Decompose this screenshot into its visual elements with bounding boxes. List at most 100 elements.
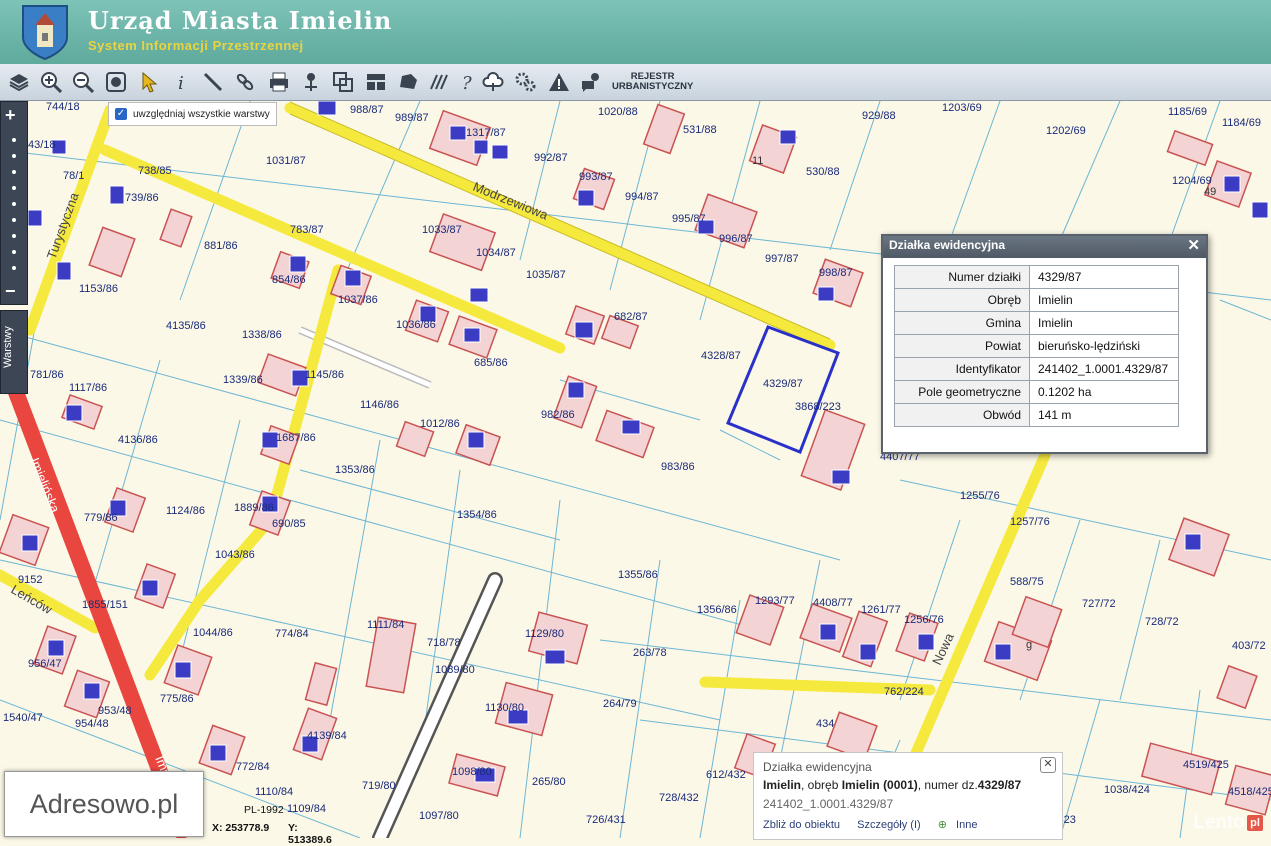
parcel-label: 727/72 xyxy=(1082,598,1116,610)
info-box-title: Działka ewidencyjna xyxy=(763,760,872,774)
parcel-label: 682/87 xyxy=(614,311,648,323)
zoom-bar[interactable]: + − xyxy=(0,101,28,305)
parcel-label: 1110/84 xyxy=(255,786,293,798)
all-layers-checkbox[interactable]: ✓ uwzględniaj wszystkie warstwy xyxy=(108,102,277,126)
info-box-summary: Imielin, obręb Imielin (0001), numer dz.… xyxy=(763,778,1021,792)
parcel-label: 953/48 xyxy=(98,705,132,717)
checkbox-check-icon[interactable]: ✓ xyxy=(115,108,127,120)
parcel-label: 1261/77 xyxy=(861,604,901,616)
parcel-label: 1317/87 xyxy=(466,127,506,139)
parcel-label: 739/86 xyxy=(125,192,159,204)
parcel-label: 4519/425 xyxy=(1183,759,1229,771)
info-box-actions: Zbliż do obiektu Szczegóły (I) ⊕ Inne xyxy=(763,818,991,831)
hatch-icon[interactable] xyxy=(426,69,452,95)
zoom-in-icon[interactable] xyxy=(38,69,64,95)
parcel-label: 983/86 xyxy=(661,461,695,473)
parcel-label: 994/87 xyxy=(625,191,659,203)
parcel-label: 1097/80 xyxy=(419,810,459,822)
info-sep: , numer dz. xyxy=(917,778,978,792)
parcel-label: 1256/76 xyxy=(904,614,944,626)
parcel-label: 1293/77 xyxy=(755,595,795,607)
parcel-label: 4328/87 xyxy=(701,350,741,362)
parcel-label: 774/84 xyxy=(275,628,309,640)
parcel-label: 434 xyxy=(816,718,834,730)
info-parcel-number: 4329/87 xyxy=(977,778,1022,792)
app-header: Urząd Miasta Imielin System Informacji P… xyxy=(0,0,1271,64)
attr-key: Powiat xyxy=(894,334,1030,358)
cloud-icon[interactable] xyxy=(480,69,506,95)
settings-icon[interactable] xyxy=(512,69,538,95)
other-link[interactable]: Inne xyxy=(956,819,977,831)
parcel-label: 1185/69 xyxy=(1168,106,1207,118)
parcel-label: 1153/86 xyxy=(79,283,118,295)
all-layers-label: uwzględniaj wszystkie warstwy xyxy=(133,108,270,120)
parcel-label: 929/88 xyxy=(862,110,896,122)
parcel-label: 1012/86 xyxy=(420,418,460,430)
parcel-label: 728/72 xyxy=(1145,616,1179,628)
warning-icon[interactable] xyxy=(546,69,572,95)
details-link[interactable]: Szczegóły (I) xyxy=(857,819,921,831)
parcel-label: 997/87 xyxy=(765,253,799,265)
map-canvas[interactable]: Modrzewiowa Turystyczna Imielińska Nowa … xyxy=(0,101,1271,838)
layers-panel-tab[interactable]: Warstwy xyxy=(0,310,28,394)
plus-circle-icon[interactable]: ⊕ xyxy=(938,819,947,831)
x-coordinate: X: 253778.9 xyxy=(212,822,270,834)
parcel-label: 531/88 xyxy=(683,124,717,136)
parcel-label: 1338/86 xyxy=(242,329,282,341)
parcel-label: 1354/86 xyxy=(457,509,497,521)
parcel-label: 1540/47 xyxy=(3,712,43,724)
zoom-extent-icon[interactable] xyxy=(103,69,129,95)
parcel-info-box: Działka ewidencyjna ✕ Imielin, obręb Imi… xyxy=(753,752,1063,840)
zoom-in-button[interactable]: + xyxy=(5,106,16,124)
chat-icon[interactable] xyxy=(578,69,604,95)
lento-logo-icon: pl xyxy=(1247,814,1263,831)
table-row: Gmina Imielin xyxy=(894,311,1179,335)
parcel-label: 78/1 xyxy=(63,170,84,182)
overlap-icon[interactable] xyxy=(330,69,356,95)
parcel-label: 1129/80 xyxy=(525,628,564,640)
parcel-label: 1033/87 xyxy=(422,224,462,236)
zoom-out-icon[interactable] xyxy=(70,69,96,95)
parcel-label: 265/80 xyxy=(532,776,566,788)
parcel-label: 4136/86 xyxy=(118,434,158,446)
measure-ruler-icon[interactable] xyxy=(200,69,226,95)
attr-key: Gmina xyxy=(894,311,1030,335)
parcel-label: 1203/69 xyxy=(942,102,982,114)
info-box-identifier: 241402_1.0001.4329/87 xyxy=(763,797,894,811)
toolbar: i ? REJESTR URBANISTYCZNY xyxy=(0,64,1271,101)
link-icon[interactable] xyxy=(232,69,258,95)
zoom-out-button[interactable]: − xyxy=(5,282,16,300)
parcel-label: 854/86 xyxy=(272,274,306,286)
close-icon[interactable]: ✕ xyxy=(1187,236,1200,254)
attr-key: Pole geometryczne xyxy=(894,380,1030,404)
building-label: 11 xyxy=(752,155,763,167)
zoom-to-object-link[interactable]: Zbliż do obiektu xyxy=(763,819,840,831)
parcel-label: 988/87 xyxy=(350,104,384,116)
print-icon[interactable] xyxy=(266,69,292,95)
coordinate-pin-icon[interactable] xyxy=(298,69,324,95)
parcel-label: 781/86 xyxy=(30,369,64,381)
info-icon[interactable]: i xyxy=(168,69,194,95)
coordinate-readout: PL-1992 X: 253778.9 Y: 513389.6 xyxy=(200,802,340,846)
parcel-label: 1184/69 xyxy=(1222,117,1261,129)
parcel-label: 775/86 xyxy=(160,693,194,705)
parcel-label: 982/86 xyxy=(541,409,575,421)
select-arrow-icon[interactable] xyxy=(136,69,162,95)
rejestr-urbanistyczny-button[interactable]: REJESTR URBANISTYCZNY xyxy=(612,72,693,92)
parcel-label: 1098/80 xyxy=(452,766,492,778)
layers-icon[interactable] xyxy=(6,69,32,95)
close-icon[interactable]: ✕ xyxy=(1040,757,1056,773)
parcel-label: 9152 xyxy=(18,574,42,586)
parcel-label: 1038/424 xyxy=(1104,784,1150,796)
svg-text:i: i xyxy=(178,73,184,93)
building-label: 49 xyxy=(1204,186,1216,198)
help-icon[interactable]: ? xyxy=(454,69,480,95)
layout-icon[interactable] xyxy=(363,69,389,95)
app-title: Urząd Miasta Imielin xyxy=(88,6,393,35)
parcel-label: 779/86 xyxy=(84,512,118,524)
parcel-label: 685/86 xyxy=(474,357,508,369)
shape-icon[interactable] xyxy=(395,69,421,95)
popup-title: Działka ewidencyjna xyxy=(889,238,1006,252)
parcel-label: 1035/87 xyxy=(526,269,566,281)
parcel-label: 4135/86 xyxy=(166,320,206,332)
